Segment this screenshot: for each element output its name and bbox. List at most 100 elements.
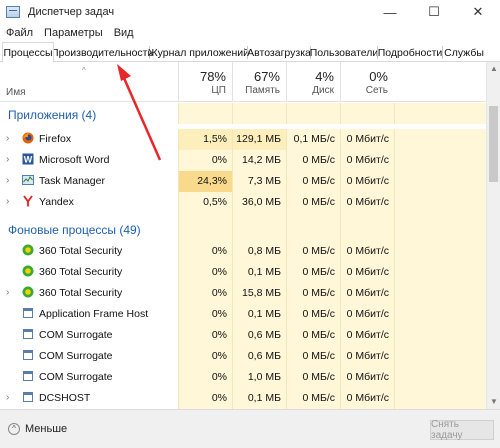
memory-cell: 0,1 МБ	[232, 388, 286, 409]
group-background[interactable]: Фоновые процессы (49)	[0, 213, 486, 241]
cpu-cell: 0%	[178, 388, 232, 409]
tab-users[interactable]: Пользователи	[310, 43, 379, 62]
cpu-cell: 0%	[178, 304, 232, 325]
network-cell: 0 Мбит/с	[340, 388, 394, 409]
scroll-up-icon[interactable]: ▲	[487, 62, 500, 76]
network-cell: 0 Мбит/с	[340, 367, 394, 388]
row-filler	[394, 241, 486, 262]
service-icon	[23, 371, 33, 381]
memory-cell: 14,2 МБ	[232, 150, 286, 171]
tab-processes[interactable]: Процессы	[2, 42, 54, 63]
table-row[interactable]: 360 Total Security 0% 0,1 МБ 0 МБ/с 0 Мб…	[0, 262, 486, 283]
cpu-cell: 0%	[178, 346, 232, 367]
process-name: DCSHOST	[39, 392, 91, 404]
expand-chevron-icon[interactable]: ›	[6, 154, 9, 165]
row-filler	[394, 346, 486, 367]
scroll-thumb[interactable]	[489, 106, 498, 182]
network-cell: 0 Мбит/с	[340, 192, 394, 213]
cpu-label: ЦП	[211, 85, 226, 96]
memory-cell: 0,8 МБ	[232, 241, 286, 262]
table-row[interactable]: › DCSHOST 0% 0,1 МБ 0 МБ/с 0 Мбит/с	[0, 388, 486, 409]
menu-bar: Файл Параметры Вид	[0, 24, 500, 42]
column-memory[interactable]: 67% Память	[232, 62, 286, 102]
row-filler	[394, 262, 486, 283]
360-icon	[22, 286, 34, 298]
table-row[interactable]: COM Surrogate 0% 1,0 МБ 0 МБ/с 0 Мбит/с	[0, 367, 486, 388]
window-title: Диспетчер задач	[28, 6, 115, 18]
service-icon	[23, 392, 33, 402]
task-manager-icon	[22, 175, 34, 185]
vertical-scrollbar[interactable]: ▲ ▼	[486, 62, 500, 409]
network-cell: 0 Мбит/с	[340, 262, 394, 283]
tab-startup[interactable]: Автозагрузка	[247, 43, 311, 62]
row-filler	[394, 388, 486, 409]
360-icon	[22, 265, 34, 277]
yandex-icon	[23, 195, 33, 207]
tab-services[interactable]: Службы	[444, 43, 484, 62]
process-name: COM Surrogate	[39, 329, 113, 341]
table-row[interactable]: Application Frame Host 0% 0,1 МБ 0 МБ/с …	[0, 304, 486, 325]
column-cpu[interactable]: 78% ЦП	[178, 62, 232, 102]
expand-chevron-icon[interactable]: ›	[6, 287, 9, 298]
close-button[interactable]: ✕	[456, 0, 500, 24]
disk-cell: 0 МБ/с	[286, 283, 340, 304]
menu-options[interactable]: Параметры	[39, 27, 108, 39]
table-row[interactable]: 360 Total Security 0% 0,8 МБ 0 МБ/с 0 Мб…	[0, 241, 486, 262]
column-name[interactable]: Имя	[6, 87, 25, 98]
process-name: Firefox	[39, 133, 72, 145]
table-row[interactable]: › Task Manager 24,3% 7,3 МБ 0 МБ/с 0 Мби…	[0, 171, 486, 192]
memory-cell: 0,1 МБ	[232, 304, 286, 325]
table-row[interactable]: › W Microsoft Word 0% 14,2 МБ 0 МБ/с 0 М…	[0, 150, 486, 171]
row-filler	[394, 171, 486, 192]
table-row[interactable]: › Yandex 0,5% 36,0 МБ 0 МБ/с 0 Мбит/с	[0, 192, 486, 213]
scroll-down-icon[interactable]: ▼	[487, 395, 500, 409]
process-name: 360 Total Security	[39, 245, 123, 257]
disk-cell: 0 МБ/с	[286, 388, 340, 409]
disk-cell: 0 МБ/с	[286, 325, 340, 346]
memory-cell: 7,3 МБ	[232, 171, 286, 192]
group-apps-title: Приложения (4)	[8, 108, 97, 122]
menu-file[interactable]: Файл	[1, 27, 38, 39]
table-row[interactable]: COM Surrogate 0% 0,6 МБ 0 МБ/с 0 Мбит/с	[0, 346, 486, 367]
cpu-cell: 0%	[178, 325, 232, 346]
column-network[interactable]: 0% Сеть	[340, 62, 394, 102]
service-icon	[23, 350, 33, 360]
table-row[interactable]: COM Surrogate 0% 0,6 МБ 0 МБ/с 0 Мбит/с	[0, 325, 486, 346]
group-apps[interactable]: Приложения (4)	[0, 103, 486, 125]
menu-view[interactable]: Вид	[109, 27, 139, 39]
row-filler	[394, 192, 486, 213]
process-name: Application Frame Host	[39, 308, 149, 320]
memory-cell: 36,0 МБ	[232, 192, 286, 213]
expand-chevron-icon[interactable]: ›	[6, 175, 9, 186]
process-name: COM Surrogate	[39, 350, 113, 362]
chevron-up-icon: ^	[8, 423, 20, 435]
expand-chevron-icon[interactable]: ›	[6, 392, 9, 403]
disk-cell: 0 МБ/с	[286, 241, 340, 262]
memory-cell: 129,1 МБ	[232, 129, 286, 150]
column-disk[interactable]: 4% Диск	[286, 62, 340, 102]
disk-cell: 0 МБ/с	[286, 304, 340, 325]
row-filler	[394, 325, 486, 346]
table-row[interactable]: › Firefox 1,5% 129,1 МБ 0,1 МБ/с 0 Мбит/…	[0, 129, 486, 150]
disk-cell: 0 МБ/с	[286, 346, 340, 367]
cpu-cell: 1,5%	[178, 129, 232, 150]
disk-cell: 0 МБ/с	[286, 367, 340, 388]
fewer-details-label: Меньше	[25, 423, 68, 435]
table-row[interactable]: › 360 Total Security 0% 15,8 МБ 0 МБ/с 0…	[0, 283, 486, 304]
expand-chevron-icon[interactable]: ›	[6, 196, 9, 207]
minimize-button[interactable]: —	[368, 0, 412, 24]
maximize-button[interactable]: ☐	[412, 0, 456, 24]
memory-cell: 0,6 МБ	[232, 346, 286, 367]
disk-cell: 0 МБ/с	[286, 171, 340, 192]
tab-app-history[interactable]: Журнал приложений	[148, 43, 249, 62]
process-name: 360 Total Security	[39, 266, 123, 278]
process-name: Yandex	[39, 196, 74, 208]
cpu-cell: 0%	[178, 150, 232, 171]
expand-chevron-icon[interactable]: ›	[6, 133, 9, 144]
network-cell: 0 Мбит/с	[340, 325, 394, 346]
fewer-details-button[interactable]: ^ Меньше	[8, 423, 67, 435]
tab-details[interactable]: Подробности	[378, 43, 443, 62]
tab-performance[interactable]: Производительность	[51, 43, 153, 62]
end-task-button[interactable]: Снять задачу	[430, 419, 494, 441]
process-name: 360 Total Security	[39, 287, 123, 299]
